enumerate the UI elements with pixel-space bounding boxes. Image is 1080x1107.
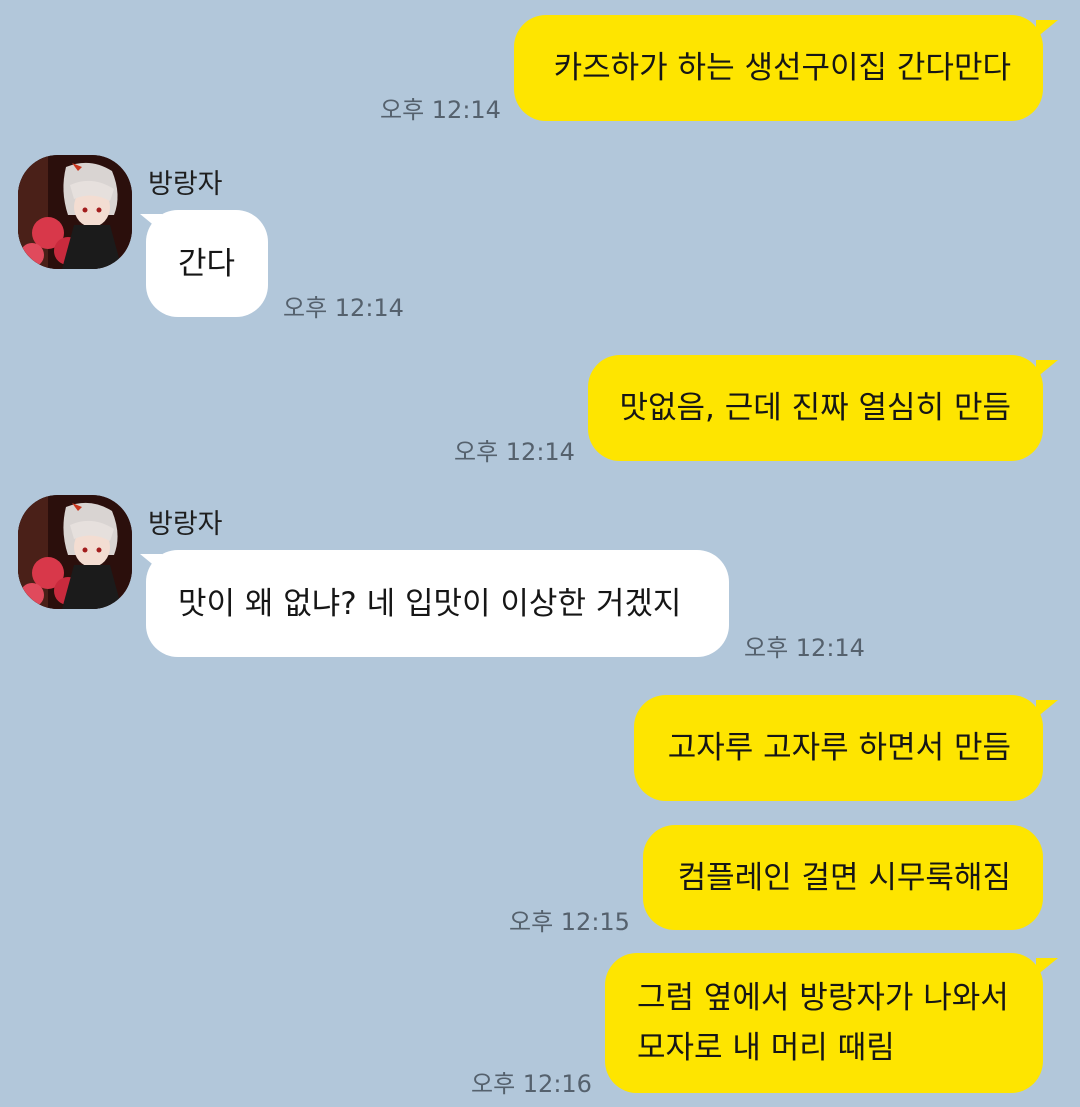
bubble-tail xyxy=(1036,360,1058,378)
message-text: 간다 xyxy=(178,245,236,282)
bubble-tail xyxy=(1036,700,1058,718)
message-time: 오후 12:14 xyxy=(380,96,501,124)
message-text: 맛없음, 근데 진짜 열심히 만듬 xyxy=(619,390,1011,426)
message-text: 맛이 왜 없냐? 네 입맛이 이상한 거겠지 xyxy=(178,585,682,622)
bubble-tail xyxy=(1036,958,1058,976)
message-text: 카즈하가 하는 생선구이집 간다만다 xyxy=(553,50,1011,86)
my-message-bubble[interactable]: 고자루 고자루 하면서 만듬 xyxy=(634,695,1043,801)
sender-name: 방랑자 xyxy=(148,169,223,200)
message-text-line: 그럼 옆에서 방랑자가 나와서 xyxy=(637,980,1009,1016)
my-message-bubble[interactable]: 컴플레인 걸면 시무룩해짐 xyxy=(643,825,1043,930)
message-text: 컴플레인 걸면 시무룩해짐 xyxy=(677,859,1011,896)
my-message-bubble[interactable]: 카즈하가 하는 생선구이집 간다만다 xyxy=(514,15,1043,121)
message-time: 오후 12:14 xyxy=(283,294,404,322)
message-text: 고자루 고자루 하면서 만듬 xyxy=(667,730,1011,766)
message-time: 오후 12:16 xyxy=(471,1070,592,1098)
avatar-kazuha-icon[interactable] xyxy=(18,155,132,269)
message-text-line: 모자로 내 머리 때림 xyxy=(637,1030,895,1066)
avatar-kazuha-icon[interactable] xyxy=(18,495,132,609)
their-message-bubble[interactable]: 간다 xyxy=(146,210,268,317)
bubble-tail xyxy=(1036,20,1058,38)
message-time: 오후 12:14 xyxy=(744,634,865,662)
message-time: 오후 12:14 xyxy=(454,438,575,466)
my-message-bubble[interactable]: 그럼 옆에서 방랑자가 나와서 모자로 내 머리 때림 xyxy=(605,953,1043,1093)
chat-screen[interactable]: 오후 12:14 카즈하가 하는 생선구이집 간다만다 방랑자 간다 오후 12… xyxy=(0,0,1080,1107)
their-message-bubble[interactable]: 맛이 왜 없냐? 네 입맛이 이상한 거겠지 xyxy=(146,550,729,657)
my-message-bubble[interactable]: 맛없음, 근데 진짜 열심히 만듬 xyxy=(588,355,1043,461)
sender-name: 방랑자 xyxy=(148,509,223,540)
message-time: 오후 12:15 xyxy=(509,908,630,936)
